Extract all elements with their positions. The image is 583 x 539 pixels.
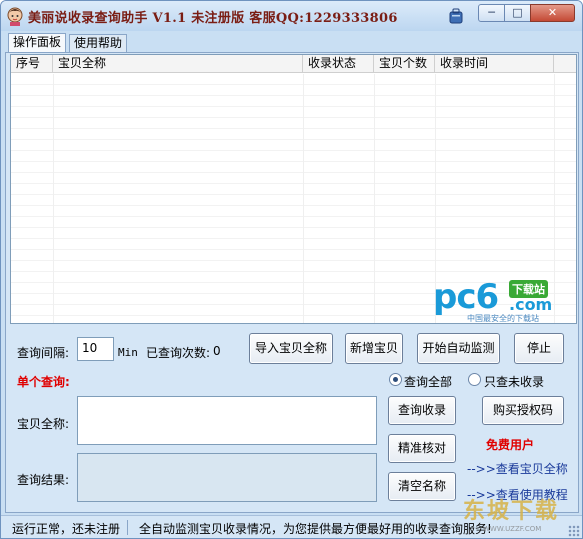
result-field bbox=[77, 453, 377, 502]
status-separator bbox=[127, 520, 128, 535]
query-count-label: 已查询次数: bbox=[146, 346, 211, 360]
pc6-domain: .com bbox=[509, 295, 553, 314]
column-header-item-count[interactable]: 宝贝个数 bbox=[374, 55, 435, 73]
app-window: 美丽说收录查询助手 V1.1 未注册版 客服QQ:1229333806 ─ □ … bbox=[0, 0, 583, 539]
interval-unit: Min bbox=[118, 346, 138, 359]
corner-watermark-domain: WWW.UZZF.COM bbox=[483, 525, 542, 533]
pc6-tagline: 中国最安全的下载站 bbox=[467, 314, 539, 323]
stop-button[interactable]: 停止 bbox=[514, 333, 564, 364]
minimize-button[interactable]: ─ bbox=[478, 4, 505, 22]
query-count-value: 0 bbox=[213, 344, 221, 358]
column-divider bbox=[53, 74, 54, 323]
result-label: 查询结果: bbox=[17, 473, 70, 487]
pc6-brand: pc6 bbox=[433, 277, 499, 317]
corner-watermark-logo: 东坡下载 WWW.UZZF.COM bbox=[457, 488, 581, 536]
status-message: 全自动监测宝贝收录情况，为您提供最方便最好用的收录查询服务! bbox=[139, 522, 492, 536]
add-item-button[interactable]: 新增宝贝 bbox=[345, 333, 403, 364]
close-button[interactable]: ✕ bbox=[530, 4, 575, 22]
single-query-label: 单个查询: bbox=[17, 375, 70, 389]
column-header-index-time[interactable]: 收录时间 bbox=[435, 55, 554, 73]
column-divider bbox=[374, 74, 375, 323]
radio-query-unindexed-label[interactable]: 只查未收录 bbox=[484, 373, 544, 390]
item-name-field[interactable] bbox=[77, 396, 377, 445]
status-text: 运行正常，还未注册 bbox=[12, 522, 121, 536]
free-user-label: 免费用户 bbox=[486, 438, 535, 452]
title-bar[interactable]: 美丽说收录查询助手 V1.1 未注册版 客服QQ:1229333806 ─ □ … bbox=[1, 1, 582, 31]
corner-watermark-text: 东坡下载 bbox=[463, 499, 560, 524]
column-header-index[interactable]: 序号 bbox=[11, 55, 53, 73]
start-auto-monitor-button[interactable]: 开始自动监测 bbox=[417, 333, 500, 364]
view-items-link[interactable]: -->>查看宝贝全称 bbox=[467, 460, 568, 477]
cart-icon[interactable] bbox=[447, 7, 465, 25]
pc6-watermark-logo: pc6 下载站 .com 中国最安全的下载站 bbox=[433, 278, 563, 324]
column-header-extra bbox=[554, 55, 576, 73]
column-header-item-name[interactable]: 宝贝全称 bbox=[53, 55, 303, 73]
buy-license-button[interactable]: 购买授权码 bbox=[482, 396, 564, 425]
column-divider bbox=[303, 74, 304, 323]
import-items-button[interactable]: 导入宝贝全称 bbox=[249, 333, 333, 364]
column-header-index-status[interactable]: 收录状态 bbox=[303, 55, 374, 73]
query-index-button[interactable]: 查询收录 bbox=[388, 396, 456, 425]
interval-label: 查询间隔: bbox=[17, 346, 70, 360]
radio-query-all-label[interactable]: 查询全部 bbox=[404, 373, 452, 390]
tab-help[interactable]: 使用帮助 bbox=[69, 34, 128, 52]
table-header: 序号 宝贝全称 收录状态 宝贝个数 收录时间 bbox=[11, 55, 576, 73]
tab-operation-panel[interactable]: 操作面板 bbox=[8, 33, 67, 53]
radio-query-unindexed[interactable] bbox=[468, 373, 481, 386]
window-title: 美丽说收录查询助手 V1.1 未注册版 客服QQ:1229333806 bbox=[28, 11, 398, 26]
radio-query-all[interactable] bbox=[389, 373, 402, 386]
clear-names-button[interactable]: 清空名称 bbox=[388, 472, 456, 501]
interval-input[interactable]: 10 bbox=[77, 337, 114, 361]
app-logo-icon bbox=[7, 7, 23, 26]
precise-verify-button[interactable]: 精准核对 bbox=[388, 434, 456, 463]
item-name-label: 宝贝全称: bbox=[17, 417, 70, 431]
maximize-button[interactable]: □ bbox=[504, 4, 531, 22]
